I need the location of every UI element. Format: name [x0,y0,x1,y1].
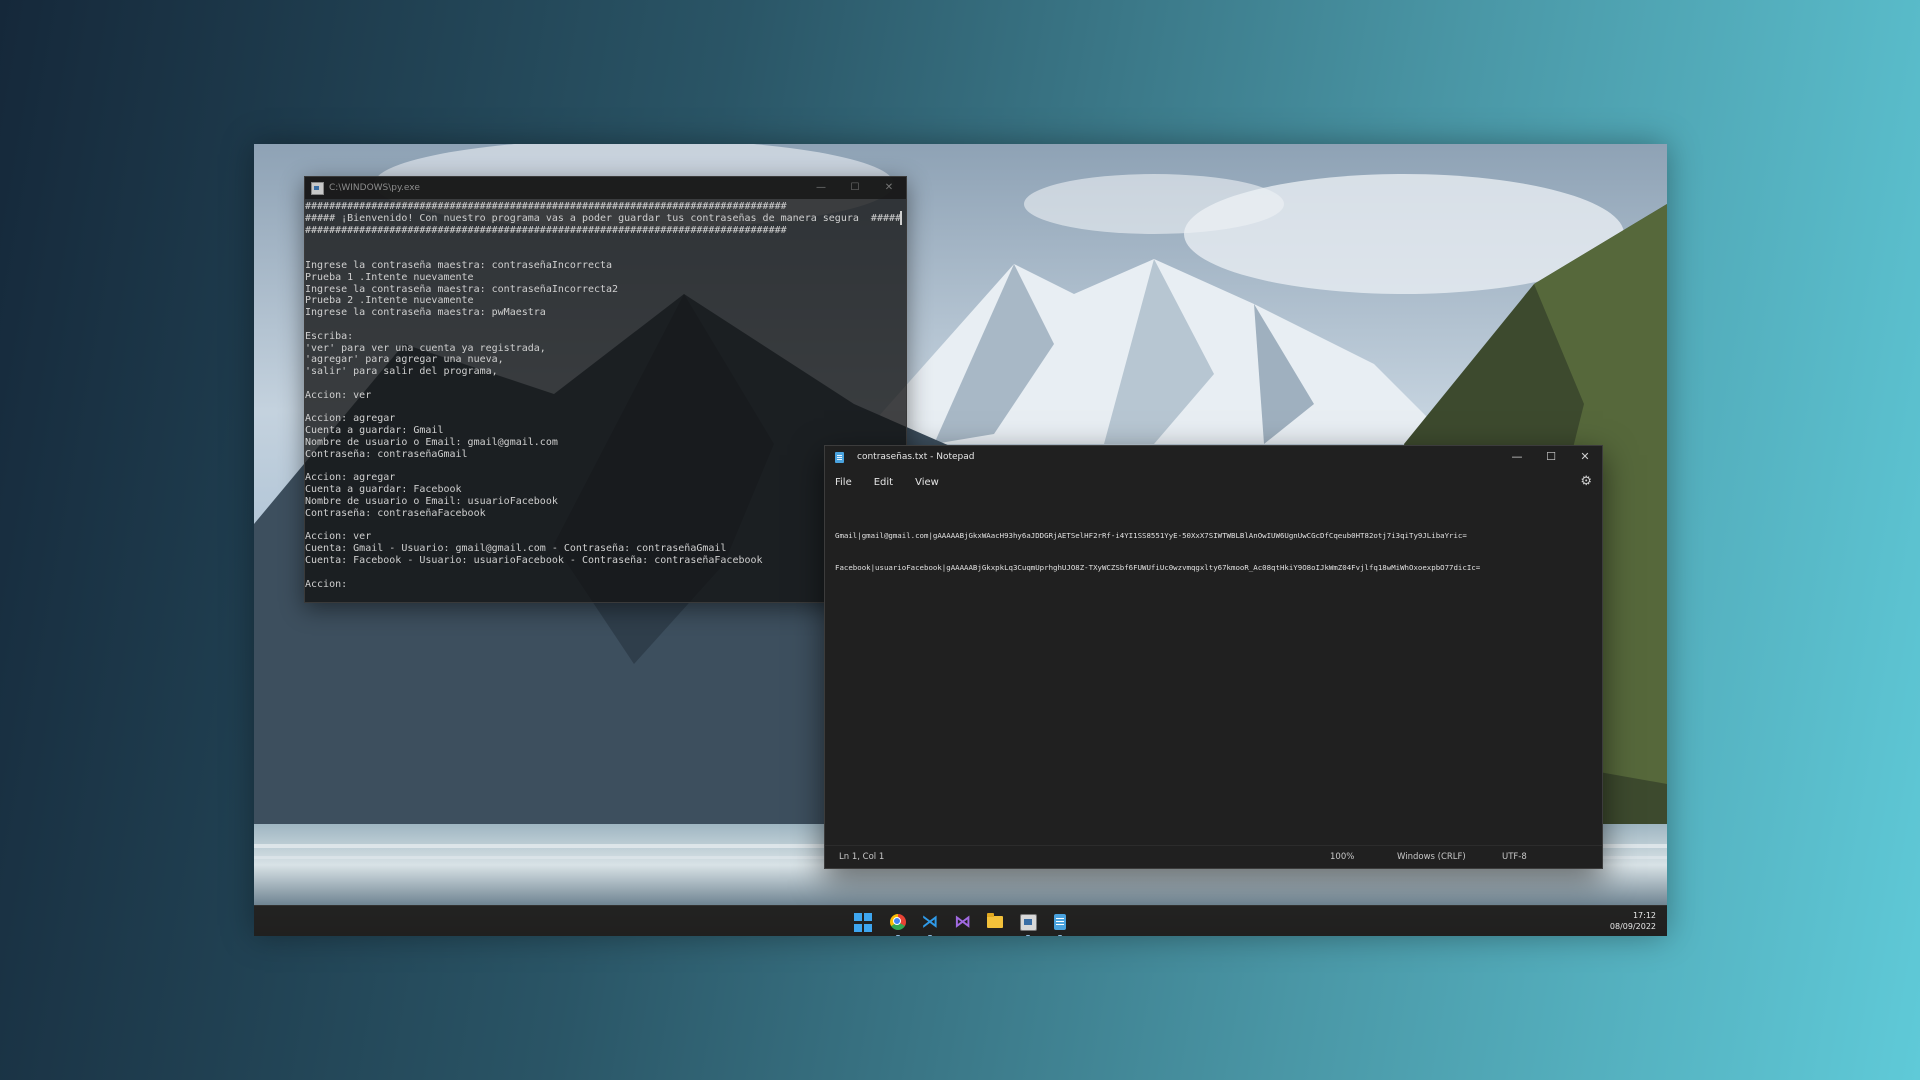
console-window[interactable]: C:\WINDOWS\py.exe — ☐ ✕ ################… [304,176,907,603]
console-line: Accion: agregar [305,472,396,484]
vscode-icon[interactable]: ⋊ [920,912,940,936]
notepad-maximize-button[interactable]: ☐ [1534,446,1568,468]
windows-start-icon[interactable] [853,912,875,934]
visual-studio-icon[interactable]: ⋈ [953,912,973,932]
taskbar: ⋊ ⋈ 17:12 08/09/2022 [254,905,1667,936]
notepad-menubar: File Edit View ⚙ [825,468,1602,496]
console-line: Prueba 1 .Intente nuevamente [305,271,474,283]
console-line: ########################################… [305,224,787,236]
console-line: Cuenta a guardar: Gmail [305,425,444,437]
console-title: C:\WINDOWS\py.exe [329,183,420,193]
console-line: Contraseña: contraseñaFacebook [305,507,486,519]
python-launcher-icon[interactable] [1018,912,1038,936]
console-minimize-button[interactable]: — [804,177,838,199]
console-line: Nombre de usuario o Email: gmail@gmail.c… [305,436,558,448]
console-line: Accion: [305,578,348,590]
console-line: 'ver' para ver una cuenta ya registrada, [305,342,546,354]
desktop: C:\WINDOWS\py.exe — ☐ ✕ ################… [254,144,1667,936]
console-line: Accion: agregar [305,413,396,425]
console-line: ##### ¡Bienvenido! Con nuestro programa … [305,212,902,224]
console-titlebar[interactable]: C:\WINDOWS\py.exe — ☐ ✕ [305,177,906,199]
notepad-minimize-button[interactable]: — [1500,446,1534,468]
console-line: Nombre de usuario o Email: usuarioFacebo… [305,495,558,507]
console-maximize-button[interactable]: ☐ [838,177,872,199]
notepad-icon[interactable] [1050,912,1070,936]
console-output[interactable]: ########################################… [305,199,906,596]
notepad-window[interactable]: contraseñas.txt - Notepad — ☐ ✕ File Edi… [824,445,1603,869]
chrome-icon[interactable] [888,912,908,936]
console-line: Ingrese la contraseña maestra: contraseñ… [305,259,613,271]
console-line: Accion: ver [305,531,372,543]
clock-date: 08/09/2022 [1609,922,1656,931]
console-close-button[interactable]: ✕ [872,177,906,199]
status-zoom[interactable]: 100% [1330,852,1354,862]
console-line: ########################################… [305,201,787,212]
text-line: Facebook|usuarioFacebook|gAAAAABjGkxpkLq… [835,562,1481,572]
gear-icon[interactable]: ⚙ [1580,475,1592,488]
console-line: Contraseña: contraseñaGmail [305,448,468,460]
console-line: Ingrese la contraseña maestra: pwMaestra [305,307,546,319]
status-line-ending[interactable]: Windows (CRLF) [1397,852,1466,862]
status-encoding[interactable]: UTF-8 [1502,852,1527,862]
clock-time: 17:12 [1632,911,1656,920]
console-line: Accion: ver [305,389,372,401]
console-line: Escriba: [305,330,354,342]
console-line: Cuenta a guardar: Facebook [305,484,462,496]
notepad-text-area[interactable]: Gmail|gmail@gmail.com|gAAAAABjGkxWAacH93… [835,510,1594,594]
file-explorer-icon[interactable] [985,912,1005,932]
console-line: Prueba 2 .Intente nuevamente [305,295,474,307]
status-cursor-position: Ln 1, Col 1 [839,852,885,862]
notepad-close-button[interactable]: ✕ [1568,446,1602,468]
menu-edit[interactable]: Edit [874,477,893,488]
console-cursor [900,211,902,225]
console-line: 'agregar' para agregar una nueva, [305,354,504,366]
notepad-app-icon [835,451,844,463]
python-console-icon [311,181,324,195]
console-line: Cuenta: Gmail - Usuario: gmail@gmail.com… [305,543,727,555]
menu-view[interactable]: View [915,477,939,488]
console-line: Cuenta: Facebook - Usuario: usuarioFaceb… [305,554,763,566]
notepad-titlebar[interactable]: contraseñas.txt - Notepad — ☐ ✕ [825,446,1602,468]
notepad-statusbar: Ln 1, Col 1 100% Windows (CRLF) UTF-8 [825,845,1602,868]
console-line: Ingrese la contraseña maestra: contraseñ… [305,283,619,295]
text-line: Gmail|gmail@gmail.com|gAAAAABjGkxWAacH93… [835,531,1467,540]
notepad-title: contraseñas.txt - Notepad [857,452,975,462]
taskbar-clock[interactable]: 17:12 08/09/2022 [1610,910,1656,932]
menu-file[interactable]: File [835,477,852,488]
console-line: 'salir' para salir del programa, [305,366,498,378]
